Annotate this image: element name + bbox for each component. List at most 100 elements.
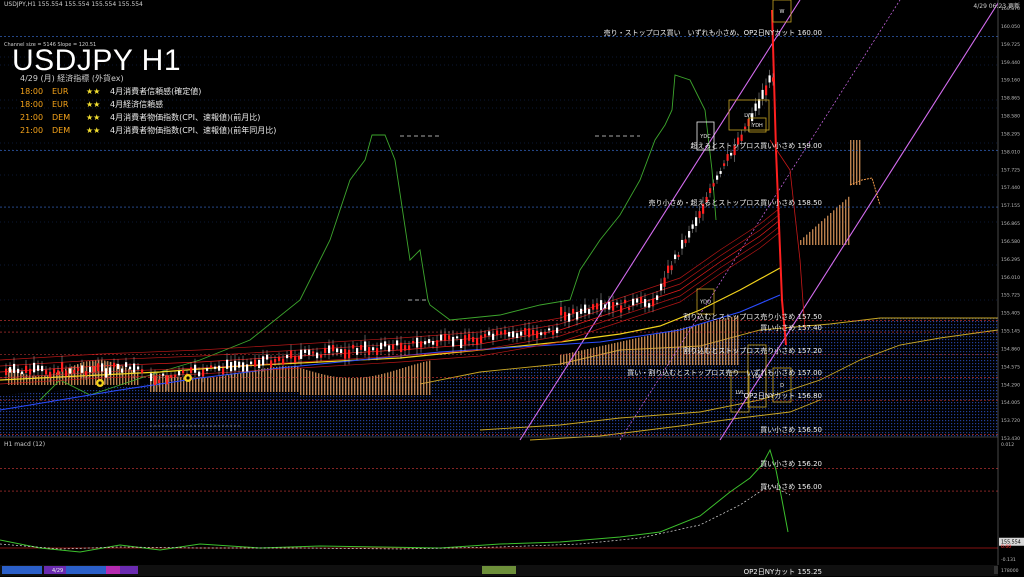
histogram-bar — [806, 234, 808, 245]
price-level-label: 売り小さめ・超えるとストップロス買い小さめ 158.50 — [648, 199, 822, 208]
candle-body — [670, 265, 673, 271]
candle-body — [765, 85, 768, 96]
price-tick-label: 153.430 — [1001, 436, 1020, 442]
candle-body — [158, 379, 161, 383]
candle-body — [304, 349, 307, 353]
histogram-bar — [653, 334, 655, 365]
histogram-bar — [375, 375, 377, 395]
histogram-bar — [803, 237, 805, 245]
candle-body — [286, 354, 289, 359]
candle-body — [129, 366, 132, 370]
timeline-strip[interactable]: 4/29 — [0, 565, 1002, 576]
histogram-bar — [83, 362, 85, 385]
candle-body — [716, 175, 719, 180]
histogram-bar — [267, 367, 269, 392]
histogram-bar — [312, 371, 314, 395]
event-currency: DEM — [52, 113, 71, 122]
candle-body — [456, 336, 459, 339]
candle-body — [266, 354, 269, 360]
event-name: 4月消費者信頼感(確定値) — [110, 87, 202, 96]
candle-body — [652, 298, 655, 307]
candle-body — [472, 337, 475, 342]
histogram-bar — [833, 210, 835, 245]
candle-body — [492, 333, 495, 340]
candle-body — [460, 339, 463, 348]
candle-body — [712, 183, 715, 187]
importance-stars-icon: ★★ — [86, 87, 101, 96]
histogram-bar — [716, 320, 718, 365]
histogram-bar — [827, 215, 829, 245]
candle-body — [81, 365, 84, 373]
calendar-row: 18:00 EUR ★★ 4月消費者信頼感(確定値) — [20, 86, 201, 97]
histogram-bar — [59, 371, 61, 385]
candle-body — [660, 283, 663, 291]
histogram-bar — [426, 361, 428, 395]
histogram-bar — [830, 213, 832, 245]
histogram-bar — [641, 337, 643, 365]
candle-body — [572, 308, 575, 314]
candle-body — [29, 368, 32, 375]
histogram-bar — [596, 347, 598, 365]
histogram-bar — [348, 377, 350, 395]
candle-body — [61, 362, 64, 372]
candle-body — [33, 362, 36, 373]
candle-body — [97, 363, 100, 372]
histogram-bar — [192, 377, 194, 392]
candle-body — [726, 154, 729, 161]
histogram-bar — [32, 375, 34, 385]
histogram-bar — [345, 377, 347, 395]
histogram-bar — [360, 377, 362, 395]
histogram-bar — [656, 333, 658, 365]
price-level-label: 買い小さめ 156.20 — [760, 460, 822, 469]
histogram-bar — [593, 347, 595, 365]
range-box-label: YDC — [699, 134, 711, 140]
candle-body — [392, 344, 395, 350]
candle-body — [452, 336, 455, 347]
candle-body — [528, 328, 531, 338]
candle-body — [504, 329, 507, 335]
candle-body — [202, 369, 205, 377]
price-tick-label: 156.010 — [1001, 275, 1020, 281]
event-currency: DEM — [52, 126, 71, 135]
histogram-bar — [635, 338, 637, 365]
price-tick-label: 157.725 — [1001, 167, 1020, 173]
candle-body — [324, 347, 327, 354]
candle-body — [396, 340, 399, 346]
candle-body — [500, 331, 503, 335]
candle-body — [298, 356, 301, 360]
candle-body — [57, 370, 60, 376]
candle-body — [648, 303, 651, 308]
candle-body — [226, 359, 229, 369]
candle-body — [85, 371, 88, 376]
candle-body — [480, 335, 483, 343]
histogram-bar — [680, 328, 682, 365]
histogram-bar — [662, 332, 664, 365]
histogram-bar — [62, 370, 64, 385]
histogram-bar — [629, 339, 631, 365]
histogram-bar — [674, 329, 676, 365]
cloud-area — [0, 318, 998, 438]
histogram-bar — [327, 375, 329, 395]
histogram-bar — [354, 377, 356, 395]
histogram-bar — [638, 337, 640, 365]
histogram-bar — [303, 368, 305, 395]
candle-body — [772, 77, 775, 82]
histogram-bar — [261, 368, 263, 392]
histogram-bar — [195, 377, 197, 392]
candle-body — [262, 356, 265, 366]
histogram-bar — [614, 343, 616, 365]
timeline-segment — [66, 566, 106, 574]
candle-body — [674, 254, 677, 260]
candle-body — [222, 368, 225, 375]
histogram-bar — [207, 377, 209, 392]
histogram-bar — [249, 371, 251, 392]
candle-body — [580, 308, 583, 314]
date-marker-label: 4/29 — [52, 568, 63, 574]
candle-body — [117, 363, 120, 370]
histogram-bar — [812, 229, 814, 245]
histogram-bar — [725, 318, 727, 365]
candle-body — [432, 341, 435, 345]
calendar-row: 21:00 DEM ★★ 4月消費者物価指数(CPI、速報値)(前月比) — [20, 112, 260, 123]
histogram-bar — [420, 362, 422, 395]
candle-body — [544, 332, 547, 335]
